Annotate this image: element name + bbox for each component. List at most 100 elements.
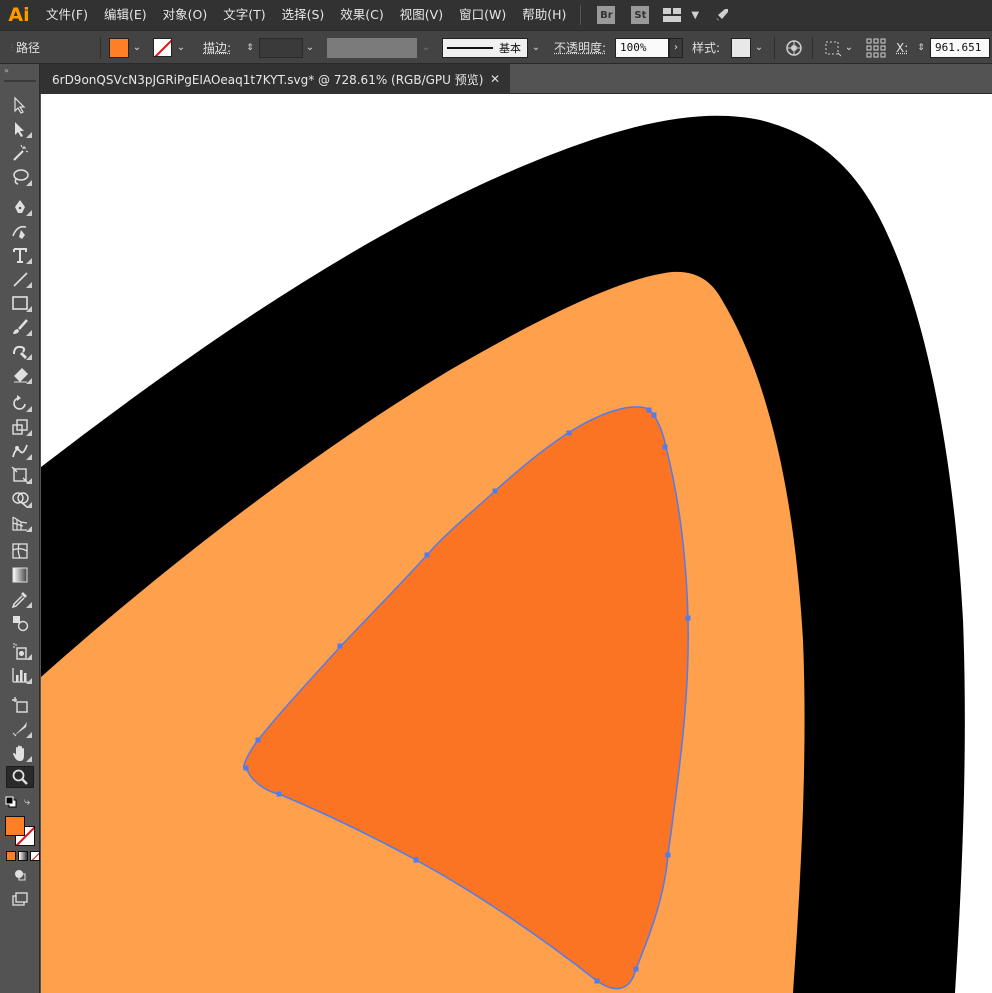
default-fill-stroke-icon[interactable]: [5, 796, 17, 811]
mesh-tool[interactable]: [6, 540, 34, 562]
stroke-weight-chevron-icon[interactable]: ⌄: [303, 31, 317, 64]
stroke-swatch[interactable]: [153, 31, 172, 64]
stock-icon[interactable]: St: [631, 6, 650, 24]
fill-swatch[interactable]: [109, 31, 129, 64]
graphic-style-swatch[interactable]: [731, 31, 751, 64]
anchor-point[interactable]: [646, 407, 652, 413]
opacity-input[interactable]: 100%: [615, 31, 669, 64]
eyedropper-tool[interactable]: [6, 588, 34, 610]
opacity-label[interactable]: 不透明度:: [554, 31, 606, 64]
anchor-point[interactable]: [243, 765, 249, 771]
rocket-icon[interactable]: [713, 6, 731, 24]
anchor-point[interactable]: [337, 643, 343, 649]
x-coordinate-input[interactable]: 961.651: [930, 31, 990, 64]
column-graph-tool[interactable]: [6, 664, 34, 686]
paintbrush-tool[interactable]: [6, 316, 34, 338]
perspective-grid-tool[interactable]: [6, 512, 34, 534]
close-icon[interactable]: ✕: [490, 72, 500, 86]
menu-window[interactable]: 窗口(W): [451, 0, 514, 30]
scale-tool[interactable]: [6, 416, 34, 438]
drawing-mode-button[interactable]: [6, 864, 34, 886]
color-mode-icon[interactable]: [6, 851, 16, 861]
artboard-canvas[interactable]: [41, 94, 992, 993]
gradient-mode-icon[interactable]: [18, 851, 28, 861]
eraser-tool[interactable]: [6, 364, 34, 386]
artboard-tool[interactable]: [6, 694, 34, 716]
rectangle-tool[interactable]: [6, 292, 34, 314]
anchor-point[interactable]: [424, 552, 430, 558]
screen-mode-button[interactable]: [6, 888, 34, 910]
anchor-point[interactable]: [651, 412, 657, 418]
stroke-dropdown-chevron-icon[interactable]: ⌄: [174, 31, 188, 64]
shaper-tool[interactable]: [6, 340, 34, 362]
reference-point-icon[interactable]: [866, 31, 886, 64]
anchor-point[interactable]: [685, 615, 691, 621]
brush-definition-dropdown[interactable]: 基本: [442, 31, 528, 64]
fill-dropdown-chevron-icon[interactable]: ⌄: [130, 31, 144, 64]
anchor-point[interactable]: [492, 488, 498, 494]
anchor-point[interactable]: [665, 852, 671, 858]
anchor-point[interactable]: [594, 978, 600, 984]
fill-color-swatch[interactable]: [5, 816, 25, 836]
color-mode-buttons: [6, 851, 40, 861]
stroke-label-colon: :: [227, 40, 232, 55]
free-transform-tool[interactable]: [6, 464, 34, 486]
menu-effect[interactable]: 效果(C): [332, 0, 391, 30]
menu-edit[interactable]: 编辑(E): [96, 0, 155, 30]
recolor-artwork-icon[interactable]: [785, 31, 803, 64]
anchor-point[interactable]: [566, 430, 572, 436]
menu-file[interactable]: 文件(F): [38, 0, 96, 30]
control-bar: ⋮ 路径 ⌄ ⌄ 描边: ⇕ ⌄ ⌄ 基本 ⌄ 不透明度: 100% › 样式:…: [0, 30, 992, 64]
panel-collapse-icon[interactable]: »: [4, 66, 9, 75]
style-label: 样式:: [692, 31, 720, 64]
x-value[interactable]: 961.651: [930, 37, 990, 58]
menu-separator: [580, 5, 582, 25]
menu-help[interactable]: 帮助(H): [514, 0, 574, 30]
anchor-point[interactable]: [662, 444, 668, 450]
curvature-tool[interactable]: [6, 220, 34, 242]
warp-tool[interactable]: [6, 440, 34, 462]
style-chevron-icon[interactable]: ⌄: [752, 31, 766, 64]
hand-tool[interactable]: [6, 742, 34, 764]
menu-view[interactable]: 视图(V): [392, 0, 451, 30]
anchor-point[interactable]: [413, 857, 419, 863]
menu-type[interactable]: 文字(T): [215, 0, 273, 30]
align-chevron-icon[interactable]: ⌄: [842, 31, 856, 64]
swap-fill-stroke-icon[interactable]: ⤷: [24, 795, 30, 809]
pen-tool[interactable]: [6, 196, 34, 218]
document-tab[interactable]: 6rD9onQSVcN3pJGRiPgEIAOeaq1t7KYT.svg* @ …: [40, 64, 510, 94]
menu-object[interactable]: 对象(O): [155, 0, 216, 30]
slice-tool[interactable]: [6, 718, 34, 740]
x-coordinate-label[interactable]: X:: [896, 31, 908, 64]
stroke-weight-input[interactable]: [259, 31, 303, 64]
rotate-tool[interactable]: [6, 392, 34, 414]
workspace-layout-icon[interactable]: [663, 8, 682, 22]
opacity-value[interactable]: 100%: [615, 37, 669, 58]
opacity-arrow-icon[interactable]: ›: [669, 31, 683, 64]
selection-tool[interactable]: [6, 94, 34, 116]
chevron-down-icon[interactable]: ▼: [691, 10, 699, 21]
none-mode-icon[interactable]: [30, 851, 40, 861]
gradient-tool[interactable]: [6, 564, 34, 586]
anchor-point[interactable]: [255, 737, 261, 743]
brush-chevron-icon[interactable]: ⌄: [529, 31, 543, 64]
variable-width-profile[interactable]: [327, 31, 417, 64]
type-tool[interactable]: [6, 244, 34, 266]
stroke-label[interactable]: 描边:: [203, 31, 231, 64]
menu-select[interactable]: 选择(S): [274, 0, 333, 30]
direct-selection-tool[interactable]: [6, 118, 34, 140]
profile-chevron-icon[interactable]: ⌄: [419, 31, 433, 64]
stroke-weight-stepper[interactable]: ⇕: [243, 31, 257, 64]
zoom-tool[interactable]: [6, 766, 34, 788]
anchor-point[interactable]: [633, 966, 639, 972]
anchor-point[interactable]: [276, 791, 282, 797]
lasso-tool[interactable]: [6, 166, 34, 188]
align-selection-icon[interactable]: [824, 31, 842, 64]
x-stepper[interactable]: ⇕: [914, 31, 928, 64]
magic-wand-tool[interactable]: [6, 142, 34, 164]
symbol-sprayer-tool[interactable]: [6, 640, 34, 662]
bridge-icon[interactable]: Br: [597, 6, 616, 24]
blend-tool[interactable]: [6, 612, 34, 634]
line-segment-tool[interactable]: [6, 268, 34, 290]
shape-builder-tool[interactable]: [6, 488, 34, 510]
